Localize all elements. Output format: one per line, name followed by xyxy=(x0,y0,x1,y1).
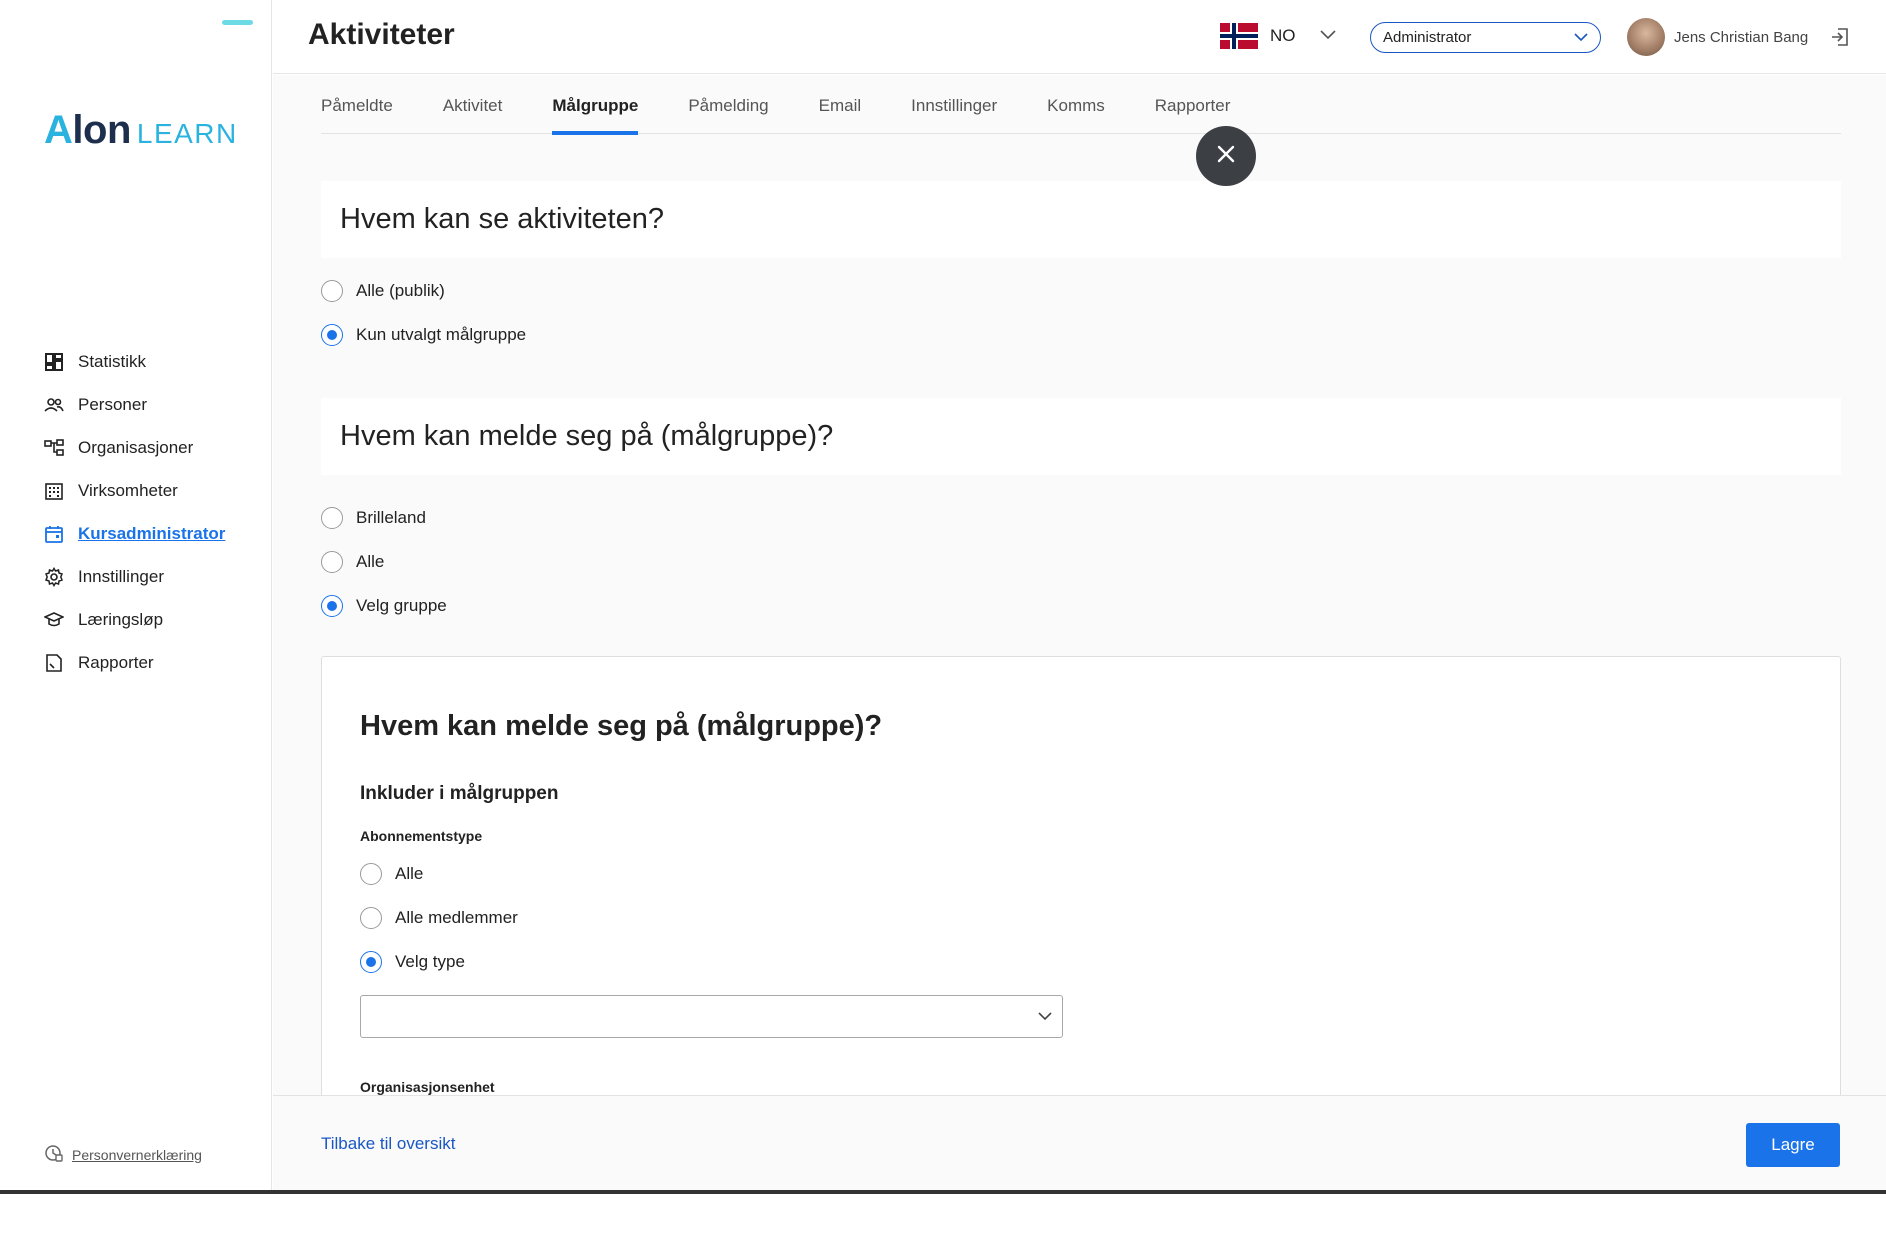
report-icon xyxy=(44,653,64,673)
tab-rapporter[interactable]: Rapporter xyxy=(1155,75,1231,134)
sidebar-item-label: Personer xyxy=(78,394,147,414)
card-title: Hvem kan melde seg på (målgruppe)? xyxy=(360,710,883,742)
hierarchy-icon xyxy=(44,438,64,458)
language-selector[interactable]: NO xyxy=(1220,23,1336,49)
sidebar-item-label: Læringsløp xyxy=(78,609,164,629)
tab-aktivitet[interactable]: Aktivitet xyxy=(443,75,503,134)
footer-bar: Tilbake til oversikt Lagre xyxy=(273,1095,1886,1190)
radio-button[interactable] xyxy=(321,595,343,617)
tab-email[interactable]: Email xyxy=(819,75,862,134)
sidebar-item-label: Kursadministrator xyxy=(78,523,226,543)
radio-label: Velg gruppe xyxy=(356,596,447,615)
window-bottom-border xyxy=(0,1190,1886,1194)
close-button[interactable] xyxy=(1196,126,1256,186)
org-unit-label: Organisasjonsenhet xyxy=(360,1079,495,1095)
sidebar: Alon LEARN Statistikk Personer Organisas… xyxy=(0,0,272,1190)
sidebar-item-label: Virksomheter xyxy=(78,480,178,500)
radio-button[interactable] xyxy=(360,907,382,929)
radio-enrollment-select-group[interactable]: Velg gruppe xyxy=(321,595,447,617)
radio-label: Velg type xyxy=(395,952,465,971)
radio-button[interactable] xyxy=(360,863,382,885)
user-name: Jens Christian Bang xyxy=(1674,28,1809,46)
radio-label: Kun utvalgt målgruppe xyxy=(356,325,527,344)
tab-innstillinger[interactable]: Innstillinger xyxy=(911,75,997,134)
logout-icon[interactable] xyxy=(1829,26,1851,53)
sidebar-item-personer[interactable]: Personer xyxy=(44,383,264,426)
sidebar-item-label: Rapporter xyxy=(78,652,154,672)
enrollment-heading: Hvem kan melde seg på (målgruppe)? xyxy=(321,398,1841,475)
radio-visibility-target-group[interactable]: Kun utvalgt målgruppe xyxy=(321,324,526,346)
logo-wordmark: Alon xyxy=(44,108,131,152)
graduation-cap-icon xyxy=(44,610,64,630)
logo-subtext: LEARN xyxy=(136,118,238,149)
radio-label: Brilleland xyxy=(356,508,426,527)
radio-enrollment-brilleland[interactable]: Brilleland xyxy=(321,507,426,529)
radio-label: Alle xyxy=(356,552,385,571)
privacy-label: Personvernerklæring xyxy=(72,1146,202,1163)
radio-button[interactable] xyxy=(321,551,343,573)
sidebar-accent-tick xyxy=(222,20,253,25)
sidebar-item-organisasjoner[interactable]: Organisasjoner xyxy=(44,426,264,469)
subscription-type-label: Abonnementstype xyxy=(360,828,483,844)
role-select-value: Administrator xyxy=(1383,29,1472,46)
role-select[interactable]: Administrator xyxy=(1370,22,1601,53)
chevron-down-icon xyxy=(1038,1008,1052,1026)
sidebar-item-statistikk[interactable]: Statistikk xyxy=(44,340,264,383)
avatar xyxy=(1627,18,1665,56)
radio-button[interactable] xyxy=(321,507,343,529)
sidebar-item-laeringslop[interactable]: Læringsløp xyxy=(44,598,264,641)
radio-label: Alle xyxy=(395,864,424,883)
privacy-icon xyxy=(44,1143,64,1166)
sidebar-item-innstillinger[interactable]: Innstillinger xyxy=(44,555,264,598)
radio-button[interactable] xyxy=(321,324,343,346)
top-header: Aktiviteter NO Administrator Jens Christ… xyxy=(273,0,1886,74)
main-content: Påmeldte Aktivitet Målgruppe Påmelding E… xyxy=(273,75,1886,1095)
radio-button[interactable] xyxy=(321,280,343,302)
close-icon xyxy=(1216,144,1236,169)
tab-komms[interactable]: Komms xyxy=(1047,75,1105,134)
radio-visibility-public[interactable]: Alle (publik) xyxy=(321,280,445,302)
radio-label: Alle medlemmer xyxy=(395,908,518,927)
people-icon xyxy=(44,395,64,415)
radio-subscription-select-type[interactable]: Velg type xyxy=(360,951,465,973)
tab-malgruppe[interactable]: Målgruppe xyxy=(552,75,638,135)
radio-subscription-all-members[interactable]: Alle medlemmer xyxy=(360,907,518,929)
dashboard-icon xyxy=(44,352,64,372)
norway-flag-icon xyxy=(1220,23,1258,49)
calendar-icon xyxy=(44,524,64,544)
target-group-card: Hvem kan melde seg på (målgruppe)? Inklu… xyxy=(321,656,1841,1095)
radio-subscription-all[interactable]: Alle xyxy=(360,863,423,885)
subscription-type-select[interactable] xyxy=(360,995,1063,1038)
card-subtitle: Inkluder i målgruppen xyxy=(360,783,559,804)
tab-pameldte[interactable]: Påmeldte xyxy=(321,75,393,134)
logo[interactable]: Alon LEARN xyxy=(44,108,238,153)
chevron-down-icon xyxy=(1319,27,1336,45)
sidebar-item-virksomheter[interactable]: Virksomheter xyxy=(44,469,264,512)
sidebar-item-label: Innstillinger xyxy=(78,566,164,586)
language-code: NO xyxy=(1270,26,1296,45)
radio-label: Alle (publik) xyxy=(356,281,445,300)
page-title: Aktiviteter xyxy=(308,18,455,51)
tab-bar: Påmeldte Aktivitet Målgruppe Påmelding E… xyxy=(321,75,1841,135)
sidebar-item-label: Organisasjoner xyxy=(78,437,194,457)
sidebar-item-kursadministrator[interactable]: Kursadministrator xyxy=(44,512,264,555)
chevron-down-icon xyxy=(1574,29,1588,46)
sidebar-item-rapporter[interactable]: Rapporter xyxy=(44,641,264,684)
sidebar-nav: Statistikk Personer Organisasjoner Virks… xyxy=(44,340,264,684)
visibility-heading: Hvem kan se aktiviteten? xyxy=(321,181,1841,258)
tab-pamelding[interactable]: Påmelding xyxy=(688,75,768,134)
building-icon xyxy=(44,481,64,501)
radio-button[interactable] xyxy=(360,951,382,973)
privacy-link[interactable]: Personvernerklæring xyxy=(44,1143,202,1166)
sidebar-item-label: Statistikk xyxy=(78,351,147,371)
gear-icon xyxy=(44,566,64,587)
save-button[interactable]: Lagre xyxy=(1746,1123,1840,1167)
radio-enrollment-all[interactable]: Alle xyxy=(321,551,384,573)
back-to-overview-link[interactable]: Tilbake til oversikt xyxy=(321,1134,455,1154)
user-menu[interactable]: Jens Christian Bang xyxy=(1627,18,1808,56)
